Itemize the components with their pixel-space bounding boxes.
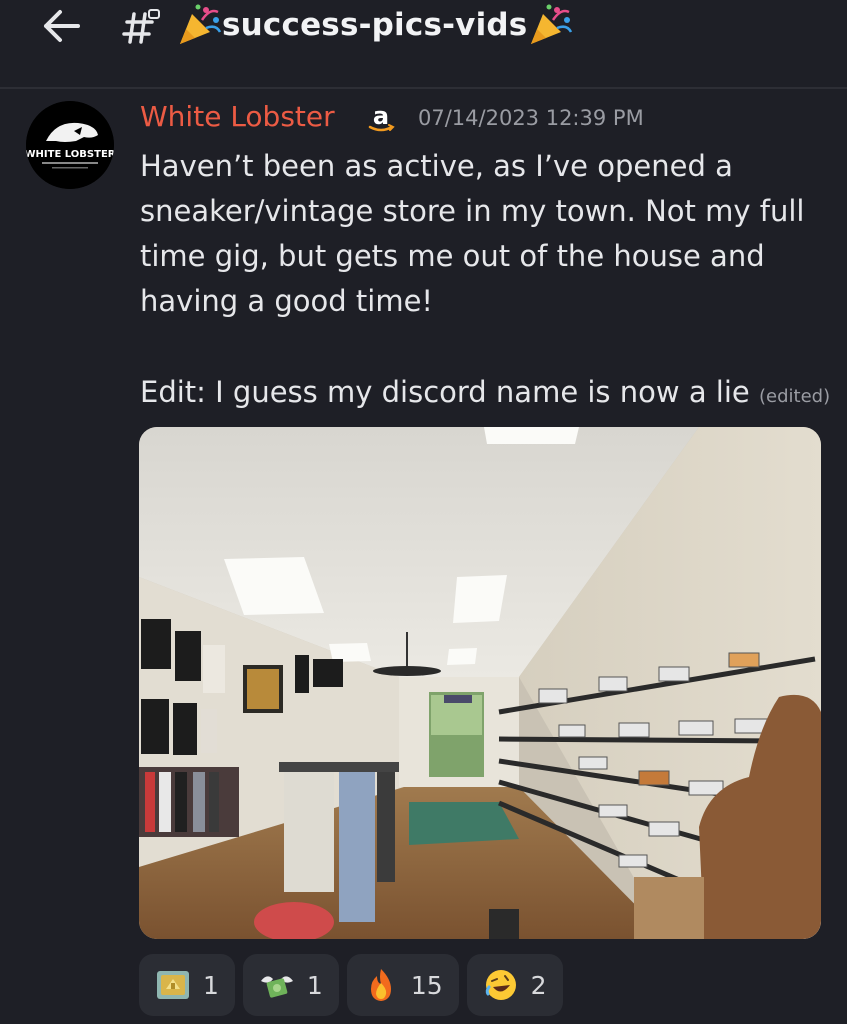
amazon-role-icon: a — [368, 102, 395, 132]
svg-text:a: a — [373, 102, 389, 130]
reaction-count: 1 — [203, 970, 219, 1000]
edit-text: Edit: I guess my discord name is now a l… — [140, 375, 750, 409]
gold-coin-emoji-icon — [157, 971, 189, 999]
reaction-count: 1 — [306, 970, 323, 1000]
channel-header: success-pics-vids — [0, 0, 847, 60]
reaction-gold-coin[interactable]: 1 — [139, 954, 235, 1016]
store-interior-photo — [139, 427, 821, 939]
party-popper-icon — [180, 4, 222, 44]
avatar-logo-text: WHITE LOBSTER — [26, 149, 114, 160]
image-attachment[interactable] — [139, 427, 821, 939]
fire-emoji-icon — [370, 969, 391, 1001]
message-edit-line: Edit: I guess my discord name is now a l… — [140, 370, 830, 419]
reaction-count: 2 — [530, 970, 547, 1000]
author-name[interactable]: White Lobster — [140, 100, 335, 133]
channel-hash-icon — [122, 9, 160, 44]
party-popper-icon — [531, 4, 573, 44]
reaction-money-with-wings[interactable]: 1 — [242, 954, 339, 1016]
edited-label: (edited) — [758, 386, 831, 407]
message-body: Haven’t been as active, as I’ve opened a… — [140, 149, 805, 318]
white-lobster-logo: WHITE LOBSTER — [26, 101, 114, 189]
reaction-bar: 1 1 15 2 — [139, 954, 563, 1016]
reaction-count: 15 — [410, 970, 443, 1000]
header-divider — [0, 87, 847, 89]
reaction-fire[interactable]: 15 — [346, 954, 459, 1016]
message-timestamp: 07/14/2023 12:39 PM — [418, 106, 644, 130]
rofl-emoji-icon — [485, 970, 516, 1000]
author-avatar[interactable]: WHITE LOBSTER — [26, 101, 114, 189]
back-arrow-icon[interactable] — [38, 4, 86, 48]
channel-name-text: success-pics-vids — [222, 7, 528, 43]
reaction-rofl[interactable]: 2 — [466, 954, 563, 1016]
money-with-wings-emoji-icon — [260, 976, 293, 998]
channel-title: success-pics-vids — [176, 2, 573, 48]
